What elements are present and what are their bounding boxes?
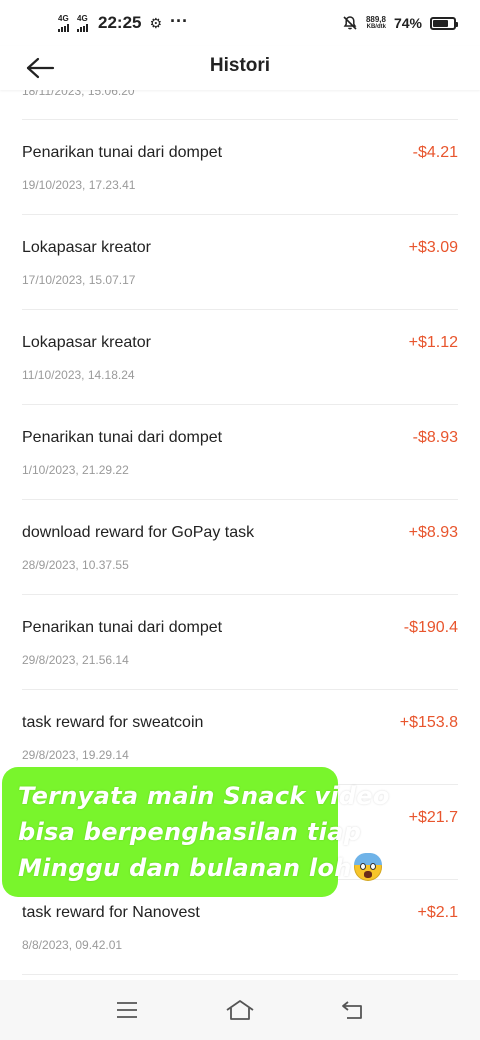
item-amount: +$21.7 — [408, 809, 458, 826]
item-title: task reward for sweatcoin — [22, 714, 204, 731]
page-title: Histori — [209, 55, 271, 76]
status-right: 889,8 KB/dtk 74% — [342, 14, 458, 31]
list-item[interactable]: download reward for GoPay task 28/9/2023… — [0, 500, 480, 595]
item-date: 29/8/2023, 21.56.14 — [22, 653, 129, 667]
home-icon — [226, 1000, 254, 1020]
menu-button[interactable] — [103, 986, 151, 1034]
gear-icon: ⚙ — [149, 14, 163, 31]
caption-line-1: Ternyata main Snack video — [18, 782, 390, 810]
bell-off-icon — [343, 16, 357, 30]
item-date: 8/8/2023, 09.42.01 — [22, 938, 123, 952]
battery-icon — [430, 16, 458, 30]
partial-item-date: 18/11/2023, 15.06.20 — [22, 90, 135, 98]
speed-unit: KB/dtk — [366, 23, 386, 30]
item-amount: +$1.12 — [408, 334, 458, 351]
app-header: Histori — [0, 46, 480, 90]
caption-line-2: bisa berpenghasilan tiap — [18, 818, 362, 846]
menu-icon — [116, 1002, 137, 1018]
video-caption-overlay: Ternyata main Snack video bisa berpengha… — [2, 767, 390, 897]
network-label-2: 4G — [77, 13, 88, 23]
item-date: 29/8/2023, 19.29.14 — [22, 748, 129, 762]
item-amount: +$8.93 — [408, 524, 458, 541]
item-amount: +$3.09 — [408, 239, 458, 256]
back-nav-icon — [342, 1001, 363, 1019]
item-title: Penarikan tunai dari dompet — [22, 429, 223, 446]
item-title: Penarikan tunai dari dompet — [22, 144, 223, 161]
network-label-1: 4G — [58, 13, 69, 23]
signal-icon — [77, 23, 88, 32]
system-nav-bar — [0, 980, 480, 1040]
item-title: download reward for GoPay task — [22, 524, 255, 541]
speed-value: 889,8 — [365, 14, 386, 24]
list-item[interactable]: Penarikan tunai dari dompet 1/10/2023, 2… — [0, 405, 480, 500]
item-amount: -$190.4 — [403, 619, 458, 636]
item-date: 19/10/2023, 17.23.41 — [22, 178, 136, 192]
item-date: 1/10/2023, 21.29.22 — [22, 463, 129, 477]
screaming-face-icon — [353, 853, 382, 881]
network-indicator-1: 4G — [58, 13, 69, 32]
item-title: Lokapasar kreator — [22, 239, 151, 256]
item-date: 17/10/2023, 15.07.17 — [22, 273, 136, 287]
status-left: 4G 4G 22:25 ⚙ ··· — [58, 10, 189, 34]
item-title: Lokapasar kreator — [22, 334, 151, 351]
item-date: 11/10/2023, 14.18.24 — [22, 368, 135, 382]
item-title: Penarikan tunai dari dompet — [22, 619, 223, 636]
list-item[interactable]: Lokapasar kreator 17/10/2023, 15.07.17 +… — [0, 215, 480, 310]
more-dots-icon: ··· — [170, 10, 189, 31]
network-speed: 889,8 KB/dtk — [365, 14, 386, 31]
battery-percent: 74% — [393, 15, 422, 31]
status-time: 22:25 — [98, 13, 142, 32]
caption-line-3-wrap: Minggu dan bulanan loh — [18, 850, 382, 886]
list-item[interactable]: Penarikan tunai dari dompet 29/8/2023, 2… — [0, 595, 480, 690]
back-nav-button[interactable] — [329, 986, 377, 1034]
item-title: task reward for Nanovest — [22, 904, 200, 921]
caption-line-3: Minggu dan bulanan loh — [18, 854, 352, 882]
item-amount: -$8.93 — [412, 429, 458, 446]
item-date: 28/9/2023, 10.37.55 — [22, 558, 129, 572]
item-amount: +$2.1 — [417, 904, 458, 921]
item-amount: +$153.8 — [399, 714, 458, 731]
home-button[interactable] — [216, 986, 264, 1034]
list-item[interactable]: Penarikan tunai dari dompet 19/10/2023, … — [0, 120, 480, 215]
divider — [22, 974, 458, 975]
battery-fill — [433, 19, 448, 27]
list-item[interactable]: Lokapasar kreator 11/10/2023, 14.18.24 +… — [0, 310, 480, 405]
status-bar: 4G 4G 22:25 ⚙ ··· 889,8 KB/dtk 74% — [0, 0, 480, 46]
signal-icon — [58, 23, 69, 32]
network-indicator-2: 4G — [77, 13, 88, 32]
item-amount: -$4.21 — [412, 144, 458, 161]
